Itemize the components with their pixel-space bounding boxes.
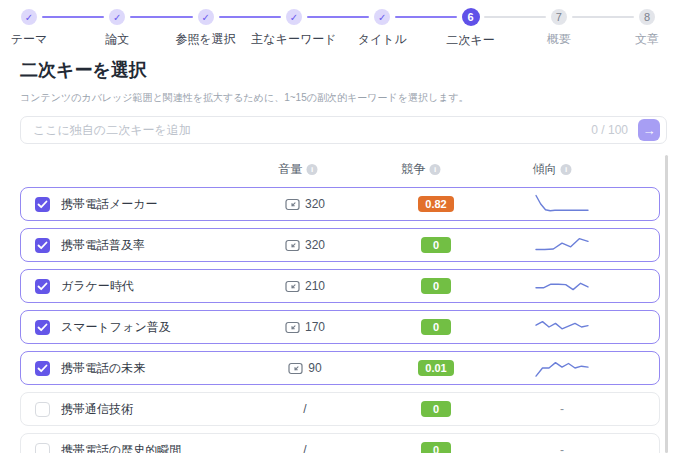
- checkbox-checked[interactable]: [35, 361, 50, 376]
- step-number: 7: [551, 9, 567, 25]
- step-check-icon: ✓: [21, 9, 37, 25]
- competition-badge: 0.82: [418, 196, 453, 212]
- trend-sparkline: [534, 193, 590, 215]
- volume-cell: 320: [211, 197, 399, 211]
- keyword-row[interactable]: 携帯電話の未来90 0.01: [20, 351, 660, 385]
- keyword-input[interactable]: [21, 123, 591, 137]
- volume-cell: /: [211, 402, 399, 416]
- trend-sparkline: [534, 275, 590, 297]
- keyword-row[interactable]: 携帯通信技術/ 0 -: [20, 392, 660, 426]
- search-volume-icon: [285, 280, 300, 293]
- keyword-label: 携帯電話メーカー: [61, 196, 211, 213]
- info-icon[interactable]: i: [430, 164, 441, 175]
- step-number: 6: [462, 8, 480, 26]
- check-icon: [37, 364, 48, 373]
- check-icon: [37, 241, 48, 250]
- step-check-icon: ✓: [109, 9, 125, 25]
- keyword-row[interactable]: 携帯電話の歴史的瞬間/ 0 -: [20, 433, 660, 453]
- scrollbar[interactable]: [665, 155, 668, 453]
- wizard-stepper: ✓テーマ✓論文✓参照を選択✓主なキーワード✓タイトル6二次キー7概要8文章: [0, 0, 700, 50]
- page-title: 二次キーを選択: [20, 58, 147, 82]
- keyword-list: 携帯電話メーカー3200.82携帯電話普及率3200ガラケー時代2100スマート…: [20, 187, 660, 453]
- keyword-label: ガラケー時代: [61, 278, 211, 295]
- column-competition: 競争i: [402, 160, 441, 178]
- keyword-label: 携帯電話の歴史的瞬間: [61, 442, 211, 453]
- step-check-icon: ✓: [286, 9, 302, 25]
- trend-cell: [473, 275, 651, 297]
- keyword-label: スマートフォン普及: [61, 319, 211, 336]
- checkbox-checked[interactable]: [35, 279, 50, 294]
- trend-cell: [473, 316, 651, 338]
- search-volume-icon: [285, 198, 300, 211]
- competition-cell: 0: [399, 401, 473, 417]
- trend-cell: [473, 193, 651, 215]
- checkbox-unchecked[interactable]: [35, 402, 50, 417]
- arrow-right-icon: →: [643, 123, 656, 138]
- step-check-icon: ✓: [374, 9, 390, 25]
- page-subtitle: コンテンツのカバレッジ範囲と関連性を拡大するために、1~15の副次的キーワードを…: [20, 91, 469, 105]
- volume-cell: 210: [211, 279, 399, 293]
- char-counter: 0 / 100: [591, 123, 628, 137]
- trend-cell: -: [473, 443, 651, 453]
- competition-cell: 0: [399, 237, 473, 253]
- volume-cell: /: [211, 443, 399, 453]
- info-icon[interactable]: i: [307, 164, 318, 175]
- competition-cell: 0.82: [399, 196, 473, 212]
- volume-cell: 320: [211, 238, 399, 252]
- competition-badge: 0: [421, 442, 451, 453]
- competition-cell: 0: [399, 319, 473, 335]
- trend-cell: [473, 357, 651, 379]
- competition-badge: 0: [421, 401, 451, 417]
- keyword-label: 携帯通信技術: [61, 401, 211, 418]
- submit-keyword-button[interactable]: →: [638, 119, 660, 141]
- step-number: 8: [639, 9, 655, 25]
- step-8[interactable]: 8 文章: [592, 9, 700, 48]
- competition-cell: 0: [399, 442, 473, 453]
- competition-badge: 0: [421, 319, 451, 335]
- keyword-label: 携帯電話普及率: [61, 237, 211, 254]
- search-volume-icon: [285, 321, 300, 334]
- keyword-row[interactable]: 携帯電話普及率320 0: [20, 228, 660, 262]
- info-icon[interactable]: i: [561, 164, 572, 175]
- trend-sparkline: [534, 357, 590, 379]
- keyword-row[interactable]: 携帯電話メーカー320 0.82: [20, 187, 660, 221]
- keyword-row[interactable]: ガラケー時代210 0: [20, 269, 660, 303]
- competition-badge: 0: [421, 237, 451, 253]
- check-icon: [37, 200, 48, 209]
- competition-badge: 0: [421, 278, 451, 294]
- step-label: 文章: [592, 31, 700, 48]
- checkbox-checked[interactable]: [35, 320, 50, 335]
- search-volume-icon: [285, 239, 300, 252]
- trend-cell: [473, 234, 651, 256]
- trend-sparkline: [534, 316, 590, 338]
- check-icon: [37, 282, 48, 291]
- keyword-label: 携帯電話の未来: [61, 360, 211, 377]
- volume-cell: 90: [211, 361, 399, 375]
- competition-cell: 0: [399, 278, 473, 294]
- checkbox-checked[interactable]: [35, 197, 50, 212]
- trend-cell: -: [473, 402, 651, 416]
- checkbox-checked[interactable]: [35, 238, 50, 253]
- search-volume-icon: [288, 362, 303, 375]
- custom-keyword-inputbox: 0 / 100 →: [20, 116, 667, 144]
- checkbox-unchecked[interactable]: [35, 443, 50, 453]
- column-trend: 傾向i: [533, 160, 572, 178]
- volume-cell: 170: [211, 320, 399, 334]
- check-icon: [37, 323, 48, 332]
- step-check-icon: ✓: [198, 9, 214, 25]
- keyword-row[interactable]: スマートフォン普及170 0: [20, 310, 660, 344]
- competition-cell: 0.01: [399, 360, 473, 376]
- column-volume: 音量i: [279, 160, 318, 178]
- competition-badge: 0.01: [418, 360, 453, 376]
- trend-sparkline: [534, 234, 590, 256]
